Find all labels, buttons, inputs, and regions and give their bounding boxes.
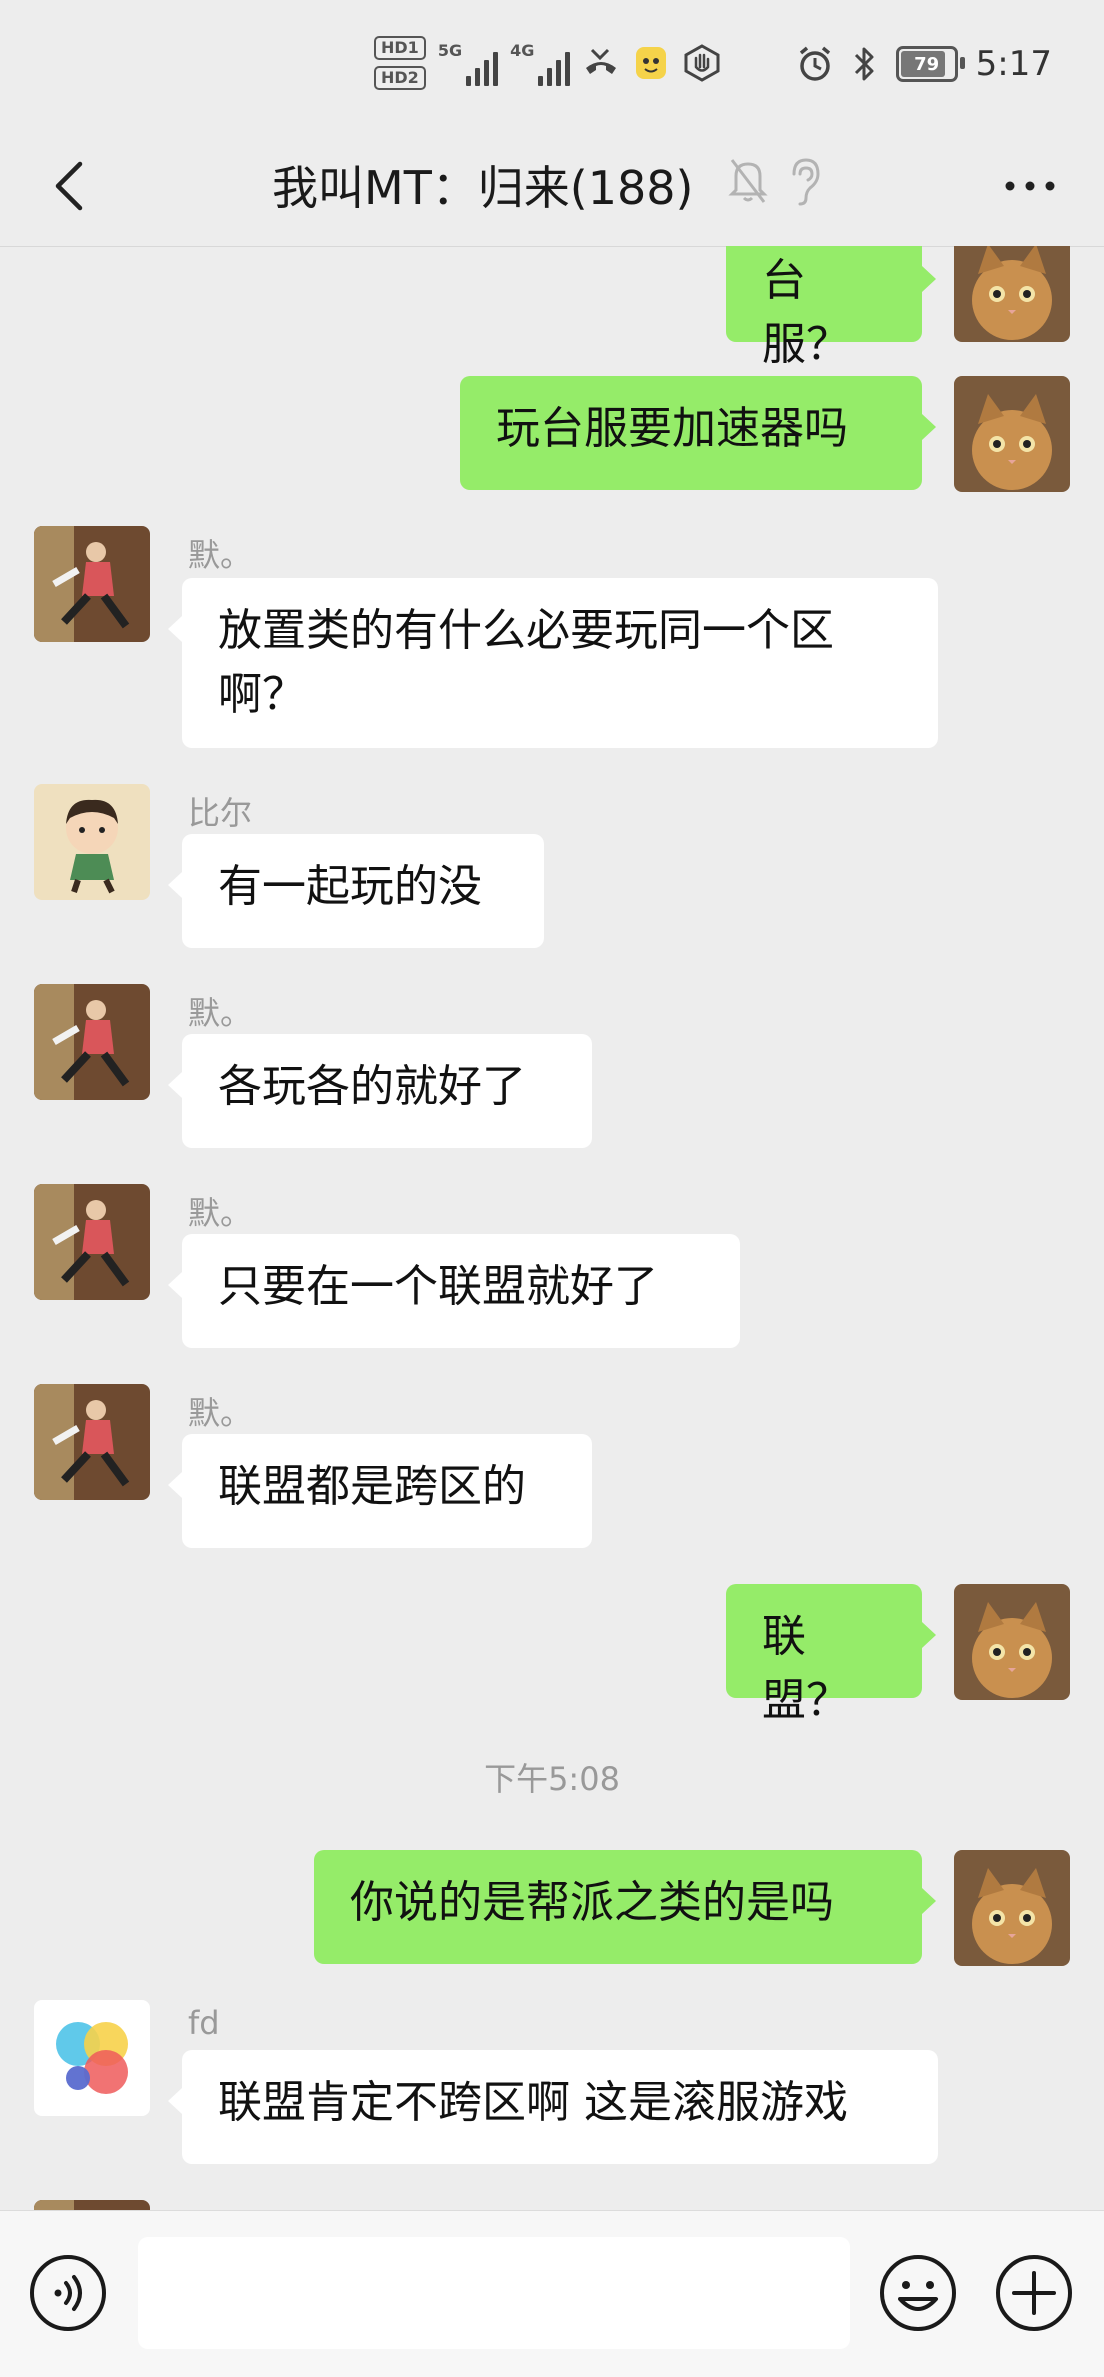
avatar-cat[interactable] <box>954 376 1070 492</box>
sender-name: 默。 <box>188 994 253 1032</box>
chat-header: 我叫MT：归来(188) <box>0 128 1104 247</box>
avatar-mo[interactable] <box>34 1184 150 1300</box>
hd2-indicator: HD2 <box>374 66 426 90</box>
signal-5g: 5G <box>437 40 499 86</box>
message-bubble-sent[interactable]: 联盟？ <box>726 1584 936 1726</box>
message-text: 你说的是帮派之类的是吗 <box>350 1877 834 1928</box>
message-text: 有一起玩的没 <box>218 861 482 912</box>
message-bubble-sent[interactable]: 玩台服要加速器吗 <box>460 376 936 490</box>
message-bubble-received[interactable]: 联盟都是跨区的 <box>168 1434 592 1548</box>
message-text: 放置类的有什么必要玩同一个区啊？ <box>218 605 834 720</box>
mute-bell-icon <box>728 159 768 203</box>
message-list[interactable]: 台服？ 玩台服要加速器吗 默。 放置类的有什么必要玩同一个区啊？ 比尔 有一起玩… <box>0 246 1104 2210</box>
avatar-cat[interactable] <box>954 1584 1070 1700</box>
battery-level: 79 <box>914 53 940 75</box>
avatar-cat[interactable] <box>954 1850 1070 1966</box>
missed-call-icon <box>586 48 617 74</box>
sender-name: 默。 <box>188 2202 252 2210</box>
sender-name: 默。 <box>188 1194 253 1232</box>
back-arrow-icon[interactable] <box>36 150 108 222</box>
status-time: 5:17 <box>975 44 1052 84</box>
avatar-mo[interactable] <box>34 2200 150 2210</box>
signal-bars-icon <box>538 48 571 86</box>
signal-bars-icon <box>466 48 499 86</box>
signal-4g-label: 4G <box>510 40 535 60</box>
message-bubble-received[interactable]: 放置类的有什么必要玩同一个区啊？ <box>168 578 938 748</box>
message-text: 只要在一个联盟就好了 <box>218 1261 658 1312</box>
status-bar: HD1 HD2 5G 4G 79 5:17 <box>0 0 1104 128</box>
message-text: 联盟肯定不跨区啊 这是滚服游戏 <box>218 2077 848 2128</box>
hand-icon <box>684 44 720 82</box>
message-text: 台服？ <box>762 255 850 370</box>
chat-title: 我叫MT：归来(188) <box>272 161 694 215</box>
message-text: 各玩各的就好了 <box>218 1061 526 1112</box>
signal-4g: 4G <box>510 40 571 86</box>
message-bubble-received[interactable]: 各玩各的就好了 <box>168 1034 592 1148</box>
avatar-fd[interactable] <box>34 2000 150 2116</box>
message-bubble-received[interactable]: 有一起玩的没 <box>168 834 544 948</box>
message-bubble-sent[interactable]: 你说的是帮派之类的是吗 <box>314 1850 936 1964</box>
bluetooth-icon <box>854 47 874 81</box>
message-input[interactable] <box>138 2237 850 2349</box>
avatar-mo[interactable] <box>34 526 150 642</box>
message-text: 联盟都是跨区的 <box>218 1461 526 1512</box>
app-notification-icon <box>636 47 667 79</box>
sender-name: 默。 <box>188 536 253 574</box>
message-text: 联盟？ <box>762 1611 850 1726</box>
status-left-group: HD1 HD2 5G 4G <box>374 36 722 90</box>
ear-icon <box>792 158 820 206</box>
hd-indicators: HD1 HD2 <box>374 36 426 90</box>
sender-name: 默。 <box>188 1394 253 1432</box>
avatar-mo[interactable] <box>34 1384 150 1500</box>
signal-5g-label: 5G <box>437 40 463 60</box>
avatar-mo[interactable] <box>34 984 150 1100</box>
message-text: 玩台服要加速器吗 <box>496 403 848 454</box>
message-timestamp: 下午5:08 <box>484 1760 620 1798</box>
sender-name: 比尔 <box>188 794 253 832</box>
voice-input-icon[interactable] <box>28 2253 108 2333</box>
battery-icon: 79 <box>895 46 965 82</box>
plus-icon[interactable] <box>994 2253 1074 2333</box>
emoji-icon[interactable] <box>878 2253 958 2333</box>
status-right-group: 79 5:17 <box>796 44 1052 84</box>
avatar-cat[interactable] <box>954 246 1070 342</box>
more-options-icon[interactable] <box>1002 158 1058 214</box>
message-bubble-received[interactable]: 联盟肯定不跨区啊 这是滚服游戏 <box>168 2050 938 2164</box>
message-bubble-received[interactable]: 只要在一个联盟就好了 <box>168 1234 740 1348</box>
input-bar <box>0 2210 1104 2377</box>
avatar-bill[interactable] <box>34 784 150 900</box>
message-bubble-sent[interactable]: 台服？ <box>726 246 936 370</box>
alarm-icon <box>799 46 830 81</box>
sender-name: fd <box>188 2004 220 2042</box>
hd1-indicator: HD1 <box>374 36 426 60</box>
